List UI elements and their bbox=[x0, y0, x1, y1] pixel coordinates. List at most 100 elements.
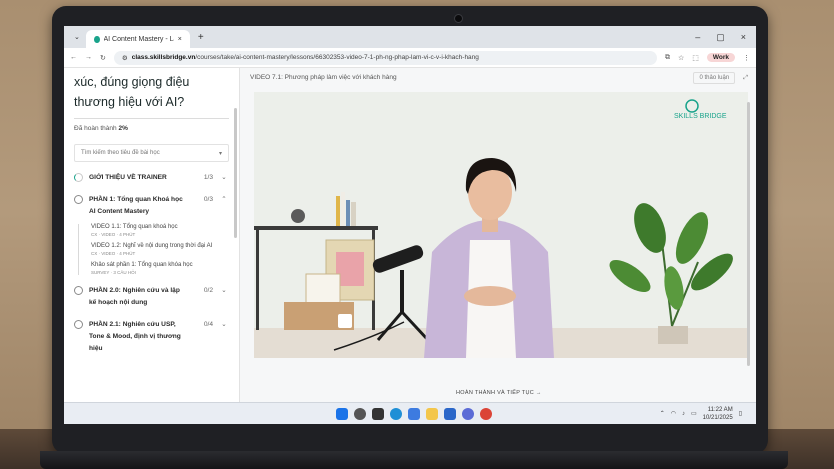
new-tab-icon[interactable]: + bbox=[190, 32, 212, 43]
section-title: PHẦN 1: Tổng quan Khoá học AI Content Ma… bbox=[89, 196, 183, 215]
back-icon[interactable]: ← bbox=[70, 54, 77, 61]
taskbar: ⌃ ◠ ♪ ▭ 11:22 AM 10/21/2025 ▯ bbox=[64, 402, 756, 424]
laptop-screen: ⌄ AI Content Mastery - Làm ... × + – ▢ ×… bbox=[64, 26, 756, 424]
sidebar-scrollbar[interactable] bbox=[234, 108, 237, 238]
lesson-meta: CX · VIDEO · 4 PHÚT bbox=[91, 232, 136, 237]
clock-time: 11:22 AM bbox=[707, 406, 733, 413]
lesson-list: VIDEO 1.1: Tổng quan khoá học CX · VIDEO… bbox=[78, 224, 229, 275]
system-tray: ⌃ ◠ ♪ ▭ 11:22 AM 10/21/2025 ▯ bbox=[660, 406, 742, 422]
wifi-icon[interactable]: ◠ bbox=[671, 410, 676, 417]
bookmark-star-icon[interactable]: ☆ bbox=[678, 54, 684, 62]
video-scene: SKILLS BRIDGE bbox=[254, 92, 748, 358]
clock[interactable]: 11:22 AM 10/21/2025 bbox=[703, 406, 733, 422]
progress-text: Đã hoàn thành 2% bbox=[74, 125, 229, 132]
section-item[interactable]: PHẦN 2.1: Nghiên cứu USP, Tone & Mood, đ… bbox=[74, 319, 229, 355]
lesson-title: VIDEO 1.1: Tổng quan khoá học bbox=[91, 224, 178, 230]
content-scrollbar[interactable] bbox=[747, 102, 750, 366]
battery-icon[interactable]: ▭ bbox=[691, 410, 697, 417]
expand-icon[interactable]: ⤢ bbox=[743, 75, 748, 82]
book bbox=[351, 202, 356, 226]
tab-title: AI Content Mastery - Làm ... bbox=[103, 35, 174, 43]
address-bar[interactable]: ⚙ class.skillsbridge.vn /courses/take/ai… bbox=[113, 50, 657, 65]
course-title: xúc, đúng giọng điệu thương hiệu với AI? bbox=[74, 75, 190, 109]
app-icon[interactable] bbox=[444, 407, 456, 420]
mug bbox=[338, 314, 352, 328]
notification-icon[interactable]: ▯ bbox=[739, 410, 742, 417]
course-page: xúc, đúng giọng điệu thương hiệu với AI?… bbox=[64, 68, 756, 402]
video-title: VIDEO 7.1: Phương pháp làm việc với khác… bbox=[250, 74, 397, 81]
section-count: 0/2 bbox=[203, 287, 213, 294]
book bbox=[346, 200, 350, 226]
chat-icon[interactable] bbox=[462, 407, 474, 420]
chevron-down-icon: ⌄ bbox=[221, 287, 227, 294]
progress-circle-icon bbox=[74, 286, 83, 295]
lesson-title: Khảo sát phần 1: Tổng quan khóa học bbox=[91, 262, 193, 268]
store-icon[interactable] bbox=[408, 407, 420, 420]
watermark: SKILLS BRIDGE bbox=[674, 113, 727, 120]
site-info-icon[interactable]: ⚙ bbox=[122, 54, 128, 62]
plant-pot bbox=[658, 326, 688, 344]
progress-circle-icon bbox=[74, 195, 83, 204]
tab-list-icon[interactable]: ⌄ bbox=[68, 33, 86, 41]
video-controls: 0 thảo luận ⤢ bbox=[693, 72, 748, 84]
lesson-item[interactable]: Khảo sát phần 1: Tổng quan khóa học SURV… bbox=[91, 262, 229, 275]
start-icon[interactable] bbox=[336, 407, 348, 420]
maximize-icon[interactable]: ▢ bbox=[716, 32, 725, 43]
webcam bbox=[454, 14, 463, 23]
minimize-icon[interactable]: – bbox=[695, 32, 700, 43]
close-icon[interactable]: × bbox=[178, 36, 182, 43]
progress-circle-icon bbox=[74, 173, 83, 182]
section-title: GIỚI THIỆU VỀ TRAINER bbox=[89, 174, 167, 181]
complete-continue-button[interactable]: HOÀN THÀNH VÀ TIẾP TỤC → bbox=[456, 390, 542, 396]
url-host: class.skillsbridge.vn bbox=[131, 54, 196, 61]
browser-titlebar: ⌄ AI Content Mastery - Làm ... × + – ▢ × bbox=[64, 26, 756, 48]
lesson-main: VIDEO 7.1: Phương pháp làm việc với khác… bbox=[240, 68, 756, 402]
forward-icon[interactable]: → bbox=[85, 54, 92, 61]
chevron-down-icon: ⌄ bbox=[221, 174, 227, 181]
shelf bbox=[254, 226, 378, 230]
progress-value: 2% bbox=[118, 125, 128, 132]
shelf-leg bbox=[256, 230, 259, 330]
browser-toolbar: ← → ↻ ⚙ class.skillsbridge.vn /courses/t… bbox=[64, 48, 756, 68]
book bbox=[341, 192, 345, 226]
section-item[interactable]: GIỚI THIỆU VỀ TRAINER 1/3 ⌄ bbox=[74, 172, 229, 184]
chevron-down-icon: ⌄ bbox=[221, 321, 227, 328]
presenter-hands bbox=[464, 286, 516, 306]
task-view-icon[interactable] bbox=[372, 407, 384, 420]
profile-chip[interactable]: Work bbox=[706, 53, 735, 62]
folder-icon[interactable] bbox=[426, 407, 438, 420]
course-sidebar: xúc, đúng giọng điệu thương hiệu với AI?… bbox=[64, 68, 240, 402]
divider bbox=[74, 118, 229, 119]
edge-icon[interactable] bbox=[390, 407, 402, 420]
chevron-up-icon[interactable]: ⌃ bbox=[660, 410, 665, 417]
chevron-down-icon: ▾ bbox=[218, 150, 222, 157]
reload-icon[interactable]: ↻ bbox=[100, 54, 106, 62]
browser-tab[interactable]: AI Content Mastery - Làm ... × bbox=[85, 30, 190, 48]
window-close-icon[interactable]: × bbox=[741, 32, 746, 43]
lesson-meta: CX · VIDEO · 4 PHÚT bbox=[91, 251, 136, 256]
lesson-search-input[interactable]: Tìm kiếm theo tiêu đề bài học ▾ bbox=[74, 144, 229, 162]
section-item[interactable]: PHẦN 1: Tổng quan Khoá học AI Content Ma… bbox=[74, 194, 229, 218]
section-item[interactable]: PHẦN 2.0: Nghiên cứu và lập kế hoạch nội… bbox=[74, 285, 229, 309]
lesson-item[interactable]: VIDEO 1.2: Nghĩ về nội dung trong thời đ… bbox=[91, 243, 229, 256]
progress-circle-icon bbox=[74, 320, 83, 329]
discussion-button[interactable]: 0 thảo luận bbox=[693, 72, 736, 84]
video-player[interactable]: SKILLS BRIDGE bbox=[254, 92, 748, 358]
translate-icon[interactable]: ⧉ bbox=[665, 54, 670, 62]
clock-date: 10/21/2025 bbox=[702, 414, 733, 421]
menu-icon[interactable]: ⋮ bbox=[743, 54, 750, 62]
taskbar-apps bbox=[336, 407, 492, 420]
search-icon[interactable] bbox=[354, 407, 366, 420]
volume-icon[interactable]: ♪ bbox=[682, 411, 685, 417]
photo-frame bbox=[305, 273, 341, 305]
url-path: /courses/take/ai-content-mastery/lessons… bbox=[195, 54, 479, 61]
chevron-up-icon: ⌃ bbox=[221, 196, 227, 203]
book bbox=[336, 196, 340, 226]
progress-label: Đã hoàn thành bbox=[74, 125, 117, 132]
chrome-icon[interactable] bbox=[480, 407, 492, 420]
lesson-item[interactable]: VIDEO 1.1: Tổng quan khoá học CX · VIDEO… bbox=[91, 224, 229, 237]
lesson-meta: SURVEY · 3 CÂU HỎI bbox=[91, 270, 136, 275]
extensions-icon[interactable]: ⬚ bbox=[692, 54, 699, 62]
search-placeholder: Tìm kiếm theo tiêu đề bài học bbox=[81, 150, 160, 156]
laptop-hinge bbox=[40, 451, 788, 469]
